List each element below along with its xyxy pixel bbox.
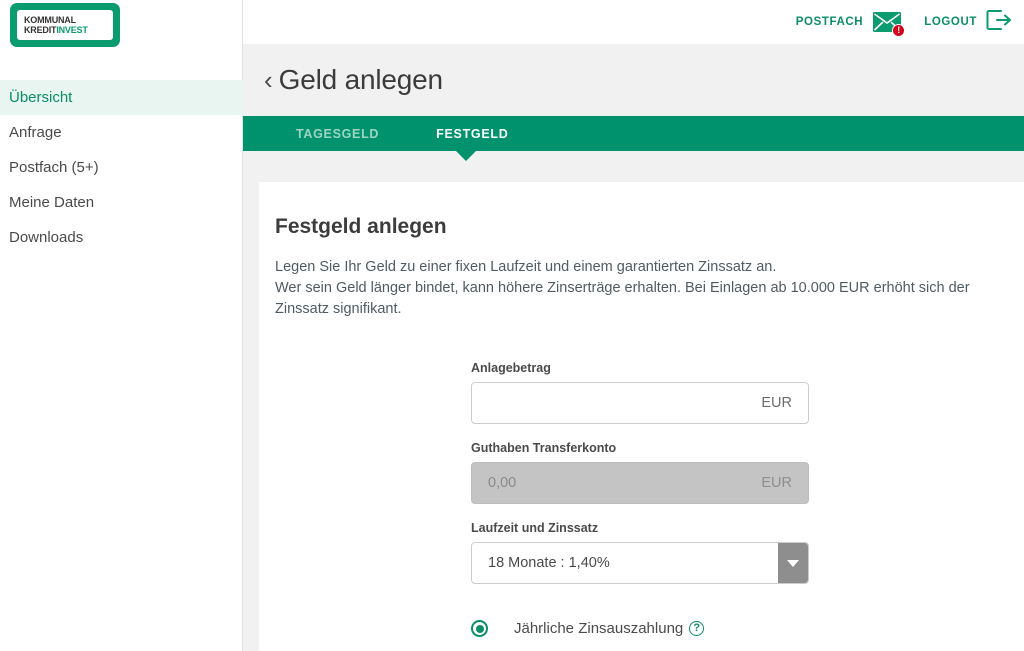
tab-tagesgeld[interactable]: TAGESGELD (296, 127, 379, 141)
suffix-anlagebetrag-currency: EUR (761, 395, 792, 411)
logo-line-1: KOMMUNAL (24, 15, 76, 25)
input-guthaben-transferkonto (472, 475, 762, 491)
sidebar-item-meine-daten[interactable]: Meine Daten (0, 185, 243, 220)
logo-invest: INVEST (56, 25, 88, 35)
help-icon[interactable]: ? (689, 621, 705, 636)
card-description-line-2: Wer sein Geld länger bindet, kann höhere… (275, 280, 970, 317)
input-anlagebetrag-box[interactable]: EUR (471, 382, 809, 424)
input-guthaben-box: EUR (471, 462, 809, 504)
active-tab-pointer (456, 151, 476, 161)
card-description: Legen Sie Ihr Geld zu einer fixen Laufze… (275, 257, 1024, 320)
label-anlagebetrag: Anlagebetrag (471, 361, 551, 375)
tab-festgeld[interactable]: FESTGELD (436, 127, 508, 141)
input-anlagebetrag[interactable] (472, 395, 762, 411)
sidebar-nav: Übersicht Anfrage Postfach (5+) Meine Da… (0, 80, 243, 255)
radio-jaehrliche-zinsauszahlung[interactable] (471, 620, 488, 637)
sidebar-item-anfrage[interactable]: Anfrage (0, 115, 243, 150)
logout-icon[interactable] (986, 9, 1012, 36)
logo-inner: KOMMUNAL KREDITINVEST (17, 10, 113, 40)
suffix-guthaben-currency: EUR (761, 475, 792, 491)
radio-selected-dot (475, 624, 484, 633)
select-laufzeit-value: 18 Monate : 1,40% (488, 555, 610, 571)
back-chevron-icon[interactable]: ‹ (264, 67, 273, 93)
postfach-label: POSTFACH (795, 16, 864, 28)
brand-logo[interactable]: KOMMUNAL KREDITINVEST (10, 3, 120, 47)
logout-label: LOGOUT (924, 16, 977, 28)
label-jaehrliche-zinsauszahlung: Jährliche Zinsauszahlung (514, 620, 684, 637)
logout-svg (986, 9, 1011, 30)
envelope-icon[interactable]: ! (872, 11, 906, 37)
field-guthaben-transferkonto: Guthaben Transferkonto EUR (471, 441, 809, 504)
logout-link[interactable]: LOGOUT (924, 9, 1012, 36)
tab-bar: TAGESGELD FESTGELD (243, 116, 1024, 161)
content-card: Festgeld anlegen Legen Sie Ihr Geld zu e… (259, 182, 1024, 651)
sidebar-item-downloads[interactable]: Downloads (0, 220, 243, 255)
app-root: KOMMUNAL KREDITINVEST Übersicht Anfrage … (0, 0, 1024, 651)
sidebar: KOMMUNAL KREDITINVEST Übersicht Anfrage … (0, 0, 243, 651)
page-title: Geld anlegen (278, 64, 443, 95)
chevron-down-icon (787, 559, 799, 567)
card-description-line-1: Legen Sie Ihr Geld zu einer fixen Laufze… (275, 259, 777, 275)
select-laufzeit-zinssatz[interactable]: 18 Monate : 1,40% (471, 542, 809, 584)
select-dropdown-button[interactable] (778, 543, 808, 583)
sidebar-item-uebersicht[interactable]: Übersicht (0, 80, 243, 115)
investment-form: Anlagebetrag EUR Guthaben Transferkonto … (471, 361, 809, 637)
label-guthaben-transferkonto: Guthaben Transferkonto (471, 441, 617, 455)
label-laufzeit-zinssatz: Laufzeit und Zinssatz (471, 521, 599, 535)
postfach-badge: ! (892, 24, 906, 37)
postfach-link[interactable]: POSTFACH ! (795, 11, 906, 37)
top-header: POSTFACH ! LOGOUT (243, 0, 1024, 44)
logo-kredit: KREDIT (24, 25, 57, 35)
field-laufzeit-zinssatz: Laufzeit und Zinssatz 18 Monate : 1,40% (471, 521, 809, 584)
field-anlagebetrag: Anlagebetrag EUR (471, 361, 809, 424)
radio-row-zinsauszahlung: Jährliche Zinsauszahlung ? (471, 620, 809, 637)
card-title: Festgeld anlegen (275, 215, 447, 238)
logo-line-2: KREDITINVEST (24, 25, 113, 35)
page-title-bar: ‹ Geld anlegen (243, 44, 1024, 116)
main-content: ‹ Geld anlegen TAGESGELD FESTGELD Festge… (243, 44, 1024, 651)
sidebar-item-postfach[interactable]: Postfach (5+) (0, 150, 243, 185)
